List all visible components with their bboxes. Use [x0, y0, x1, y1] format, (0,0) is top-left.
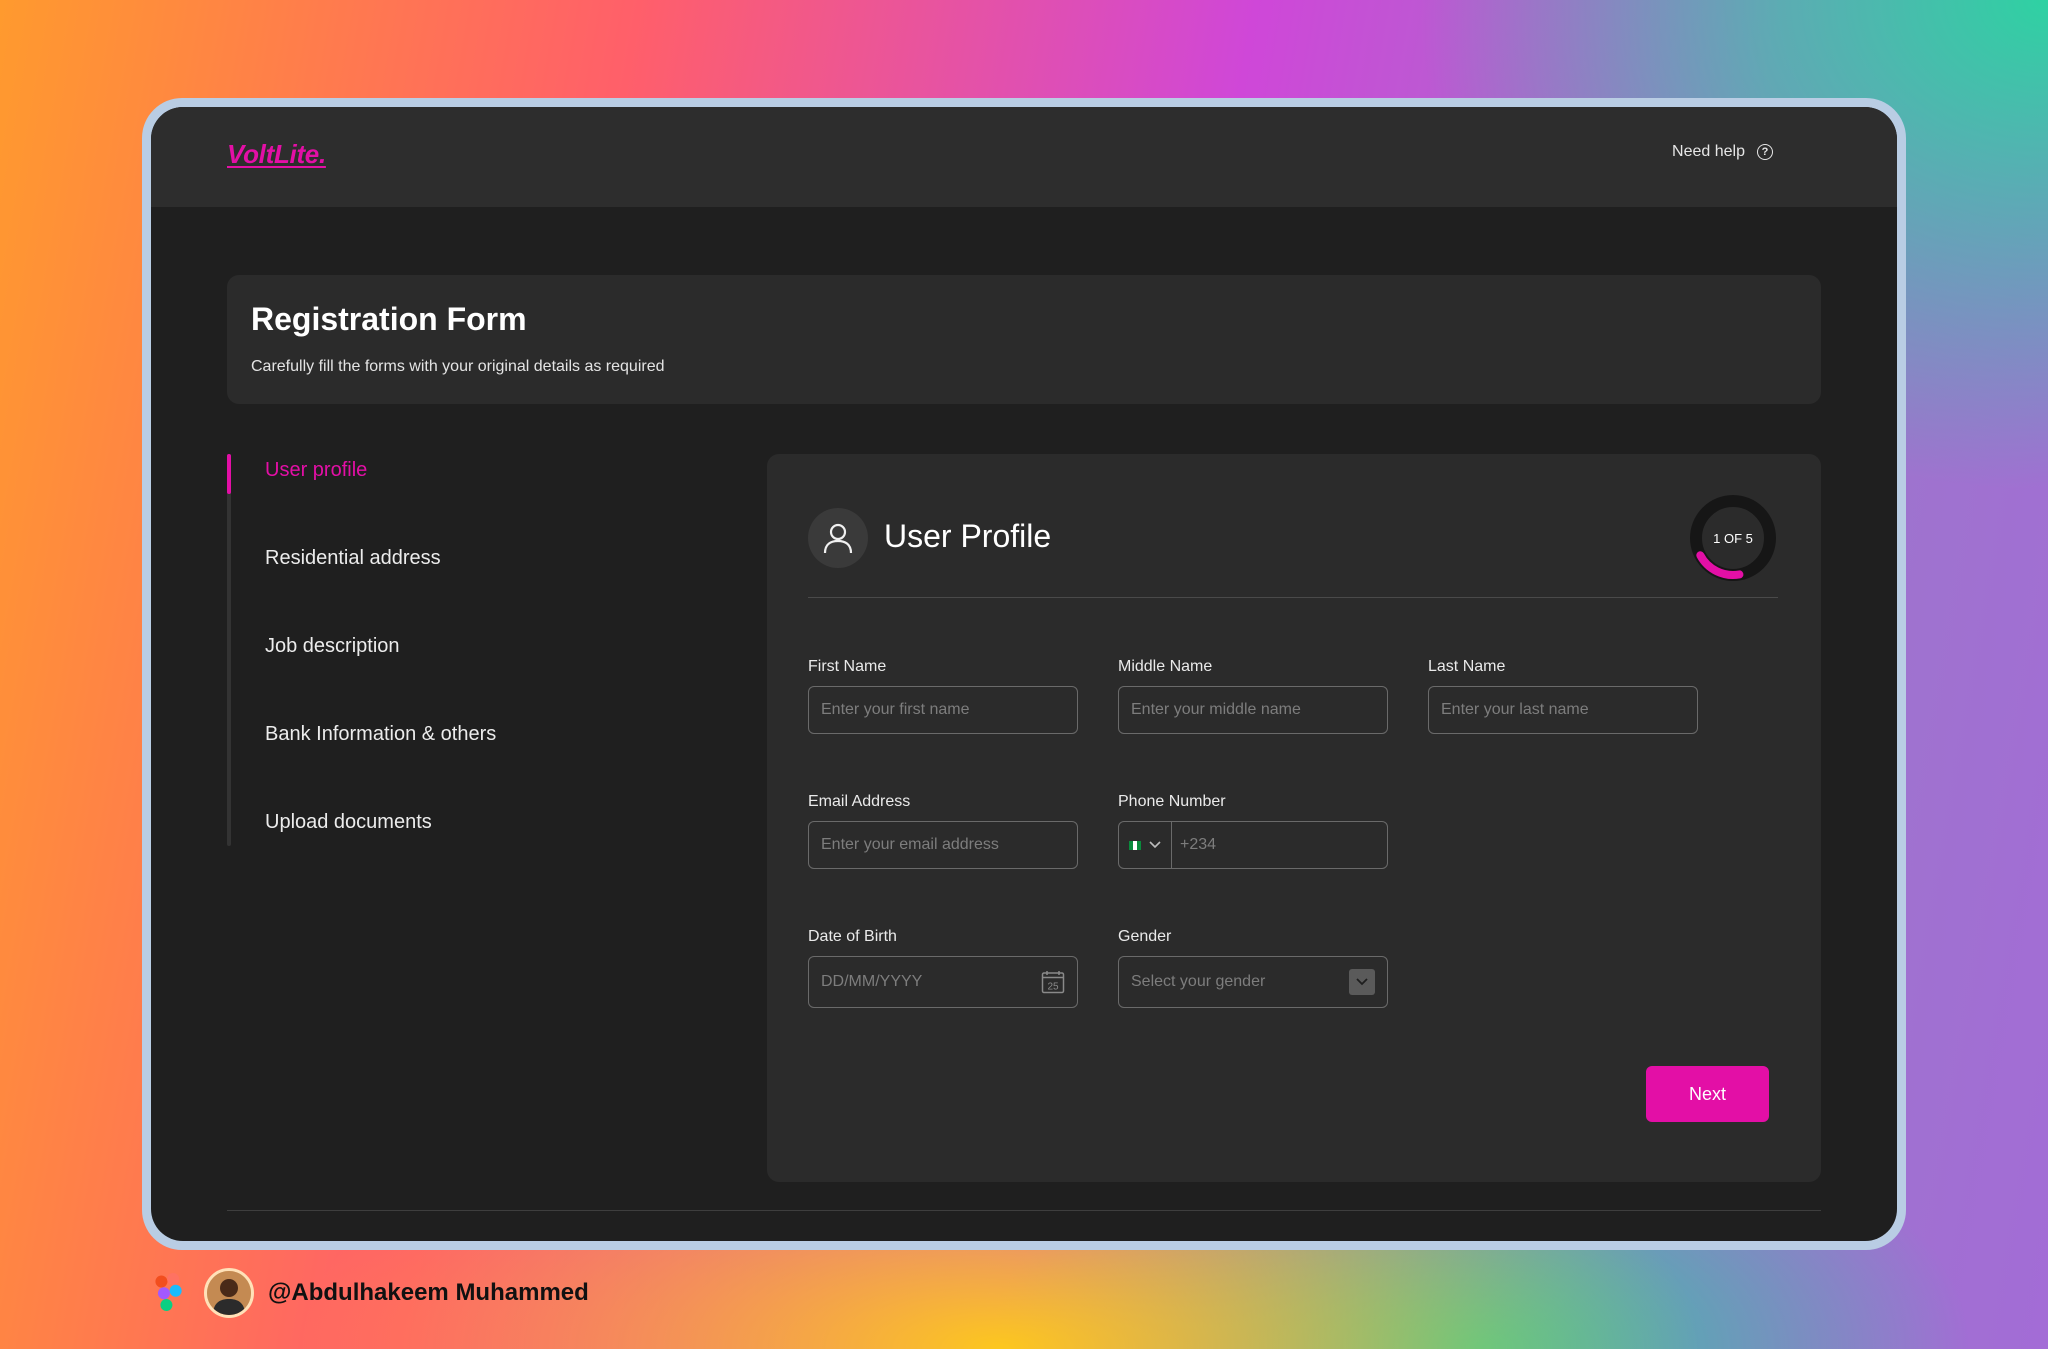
step-user-profile[interactable]: User profile	[265, 459, 367, 482]
form-title: User Profile	[884, 518, 1052, 554]
top-bar: VoltLite. Need help ?	[151, 107, 1897, 207]
calendar-icon-day: 25	[1047, 982, 1059, 993]
email-label: Email Address	[808, 793, 911, 810]
gender-select[interactable]: Select your gender	[1118, 956, 1388, 1008]
app-window: VoltLite. Need help ? Registration Form …	[151, 107, 1897, 1241]
phone-label: Phone Number	[1118, 793, 1226, 810]
step-upload-documents[interactable]: Upload documents	[265, 811, 432, 834]
step-active-indicator	[227, 454, 231, 494]
question-circle-icon: ?	[1757, 144, 1773, 160]
chevron-down-icon[interactable]	[1349, 969, 1375, 995]
step-job-description[interactable]: Job description	[265, 635, 400, 658]
email-input[interactable]	[808, 821, 1078, 869]
author-credit: @Abdulhakeem Muhammed	[150, 1268, 589, 1318]
last-name-input[interactable]	[1428, 686, 1698, 734]
step-bank-information[interactable]: Bank Information & others	[265, 723, 496, 746]
form-divider	[808, 597, 1778, 598]
last-name-label: Last Name	[1428, 658, 1506, 675]
middle-name-input[interactable]	[1118, 686, 1388, 734]
middle-name-label: Middle Name	[1118, 658, 1213, 675]
step-navigation: User profile Residential address Job des…	[227, 454, 627, 846]
device-frame: VoltLite. Need help ? Registration Form …	[142, 98, 1906, 1250]
avatar	[204, 1268, 254, 1318]
page-subtitle: Carefully fill the forms with your origi…	[251, 358, 665, 375]
progress-label: 1 OF 5	[1713, 530, 1753, 546]
gender-label: Gender	[1118, 928, 1172, 945]
dob-placeholder: DD/MM/YYYY	[821, 973, 923, 990]
page-title: Registration Form	[251, 301, 527, 337]
user-icon	[808, 508, 868, 568]
nigeria-flag-icon	[1129, 840, 1141, 850]
first-name-label: First Name	[808, 658, 887, 675]
gender-placeholder: Select your gender	[1131, 973, 1266, 990]
brand-logo[interactable]: VoltLite.	[227, 139, 326, 170]
dob-label: Date of Birth	[808, 928, 897, 945]
calendar-icon[interactable]: 25	[1041, 970, 1065, 994]
need-help-label: Need help	[1672, 143, 1745, 160]
page-header: Registration Form Carefully fill the for…	[227, 275, 1821, 404]
step-residential-address[interactable]: Residential address	[265, 547, 441, 570]
first-name-input[interactable]	[808, 686, 1078, 734]
phone-field	[1118, 821, 1388, 869]
author-name: @Abdulhakeem Muhammed	[268, 1279, 589, 1306]
chevron-down-icon	[1149, 841, 1161, 849]
next-button[interactable]: Next	[1646, 1066, 1769, 1122]
need-help-link[interactable]: Need help ?	[1672, 143, 1773, 161]
dob-input[interactable]: DD/MM/YYYY 25	[808, 956, 1078, 1008]
country-code-select[interactable]	[1119, 822, 1172, 868]
phone-input[interactable]	[1172, 822, 1387, 868]
footer-divider	[227, 1210, 1821, 1211]
step-rail	[227, 454, 231, 846]
user-profile-form: User Profile 1 OF 5 First Name Middle Na…	[767, 454, 1821, 1182]
figma-icon	[155, 1273, 182, 1312]
